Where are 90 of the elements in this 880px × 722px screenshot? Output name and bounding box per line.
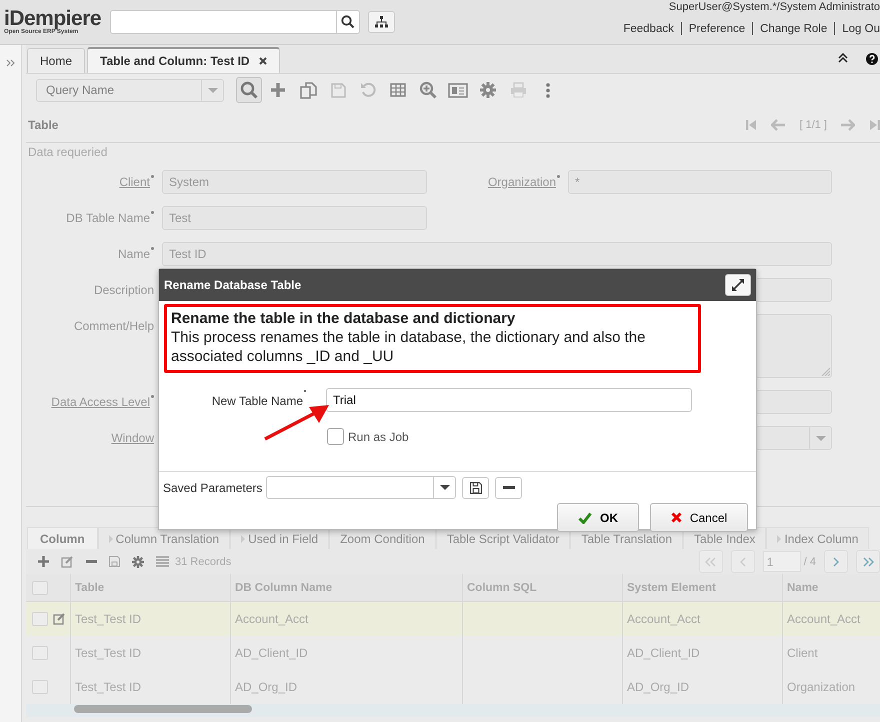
next-record-icon[interactable]	[841, 119, 855, 131]
save-button[interactable]	[462, 476, 489, 498]
header-link[interactable]: Log Ou	[835, 22, 880, 34]
checkbox-label[interactable]: Run as Job	[348, 430, 409, 444]
zoom-in-icon[interactable]	[418, 79, 438, 101]
logo: iDempiere	[4, 9, 102, 29]
dialog-title: Rename Database Table	[164, 278, 302, 292]
gear-icon[interactable]	[132, 556, 144, 568]
hierarchy-icon	[375, 16, 388, 28]
minus-icon	[502, 486, 514, 490]
process-description: This process renames the table in database, the dictionary and also the associated columns _ID and _UU	[171, 328, 646, 366]
column-header[interactable]: Table	[70, 574, 230, 601]
query-combo[interactable]: Query Name	[36, 78, 224, 102]
detail-tab[interactable]: Index Column	[766, 527, 870, 549]
previous-page-button[interactable]	[730, 550, 755, 573]
row-checkbox[interactable]	[32, 612, 48, 626]
field-label[interactable]: Window	[111, 431, 154, 445]
edit-icon[interactable]	[61, 556, 74, 568]
section-title: Table	[27, 118, 58, 132]
last-page-button[interactable]	[856, 550, 880, 573]
page-number-field[interactable]: 1	[762, 551, 801, 572]
dropdown-field[interactable]	[266, 476, 456, 499]
field-label: New Table Name	[210, 394, 303, 408]
select-all-checkbox[interactable]	[32, 580, 48, 594]
record-count: 31 Records	[175, 556, 232, 568]
last-record-icon[interactable]	[869, 119, 880, 131]
table-row[interactable]: Test_Test ID Account_Acct Account_Acct Account_Acct	[26, 602, 880, 636]
row-checkbox[interactable]	[32, 680, 48, 694]
save-icon	[470, 482, 482, 494]
gear-icon[interactable]	[478, 79, 498, 101]
text-field[interactable]: Test	[162, 206, 427, 230]
expand-arrows-icon	[731, 278, 745, 292]
user-role-label: SuperUser@System.*/System Administrato	[668, 1, 880, 13]
help-icon[interactable]	[866, 53, 878, 65]
text-field[interactable]: Trial	[326, 388, 692, 412]
ok-button[interactable]: OK	[557, 503, 639, 532]
maximize-button[interactable]	[725, 274, 751, 296]
first-record-icon[interactable]	[746, 119, 758, 131]
edit-icon[interactable]	[53, 613, 66, 625]
field-label: Saved Parameters	[163, 480, 261, 494]
close-icon[interactable]	[258, 57, 267, 65]
status-message: Data requeried	[27, 144, 108, 160]
column-header[interactable]: DB Column Name	[230, 574, 462, 601]
add-icon[interactable]	[38, 556, 49, 567]
close-icon	[670, 512, 682, 523]
scrollbar-thumb[interactable]	[74, 705, 252, 713]
next-page-button[interactable]	[824, 550, 848, 573]
field-label[interactable]: Organization	[488, 175, 560, 189]
expand-icon[interactable]	[6, 59, 15, 67]
delete-icon[interactable]	[86, 560, 97, 564]
field-label: Description	[94, 283, 154, 297]
double-chevron-right-icon	[862, 556, 874, 566]
collapse-icon[interactable]	[838, 53, 848, 65]
delete-button[interactable]	[495, 476, 522, 498]
row-checkbox[interactable]	[32, 646, 48, 660]
double-chevron-left-icon	[705, 556, 716, 566]
detail-tab[interactable]: Column	[27, 527, 98, 549]
header-link[interactable]: Feedback	[616, 22, 681, 34]
field-label: Comment/Help	[74, 319, 154, 333]
cancel-button[interactable]: Cancel	[650, 503, 748, 532]
field-label: Name	[118, 247, 154, 261]
header-link[interactable]: Change Role	[753, 22, 834, 34]
save-icon[interactable]	[109, 556, 120, 567]
window-tab[interactable]: Table and Column: Test ID	[87, 47, 280, 73]
copy-icon[interactable]	[298, 79, 318, 101]
list-icon[interactable]	[156, 556, 169, 567]
field-label[interactable]: Data Access Level	[51, 395, 154, 409]
chevron-left-icon	[740, 556, 746, 566]
column-header[interactable]: System Element	[622, 574, 782, 601]
text-field[interactable]: System	[162, 170, 427, 194]
field-label: DB Table Name	[66, 211, 154, 225]
menu-tree-button[interactable]	[368, 11, 395, 33]
previous-record-icon[interactable]	[771, 119, 786, 131]
detail-tab[interactable]: Column Translation	[98, 527, 230, 549]
column-header[interactable]: Column SQL	[462, 574, 622, 601]
resize-grip-icon[interactable]	[821, 367, 830, 376]
process-heading: Rename the table in the database and dictionary	[171, 310, 516, 328]
header-link[interactable]: Preference	[682, 22, 752, 34]
window-tab[interactable]: Home	[27, 48, 86, 73]
text-field[interactable]: Test ID	[162, 242, 832, 266]
column-header[interactable]: Name	[782, 574, 880, 601]
page-total: / 4	[804, 556, 816, 568]
checkmark-icon	[578, 512, 592, 524]
checkbox[interactable]	[327, 428, 344, 445]
field-label[interactable]: Client	[119, 175, 154, 189]
chevron-right-icon	[833, 556, 839, 566]
global-search-field[interactable]	[110, 10, 360, 34]
first-page-button[interactable]	[698, 550, 723, 573]
record-position: [ 1/1 ]	[799, 119, 827, 131]
text-field[interactable]: *	[568, 170, 832, 194]
